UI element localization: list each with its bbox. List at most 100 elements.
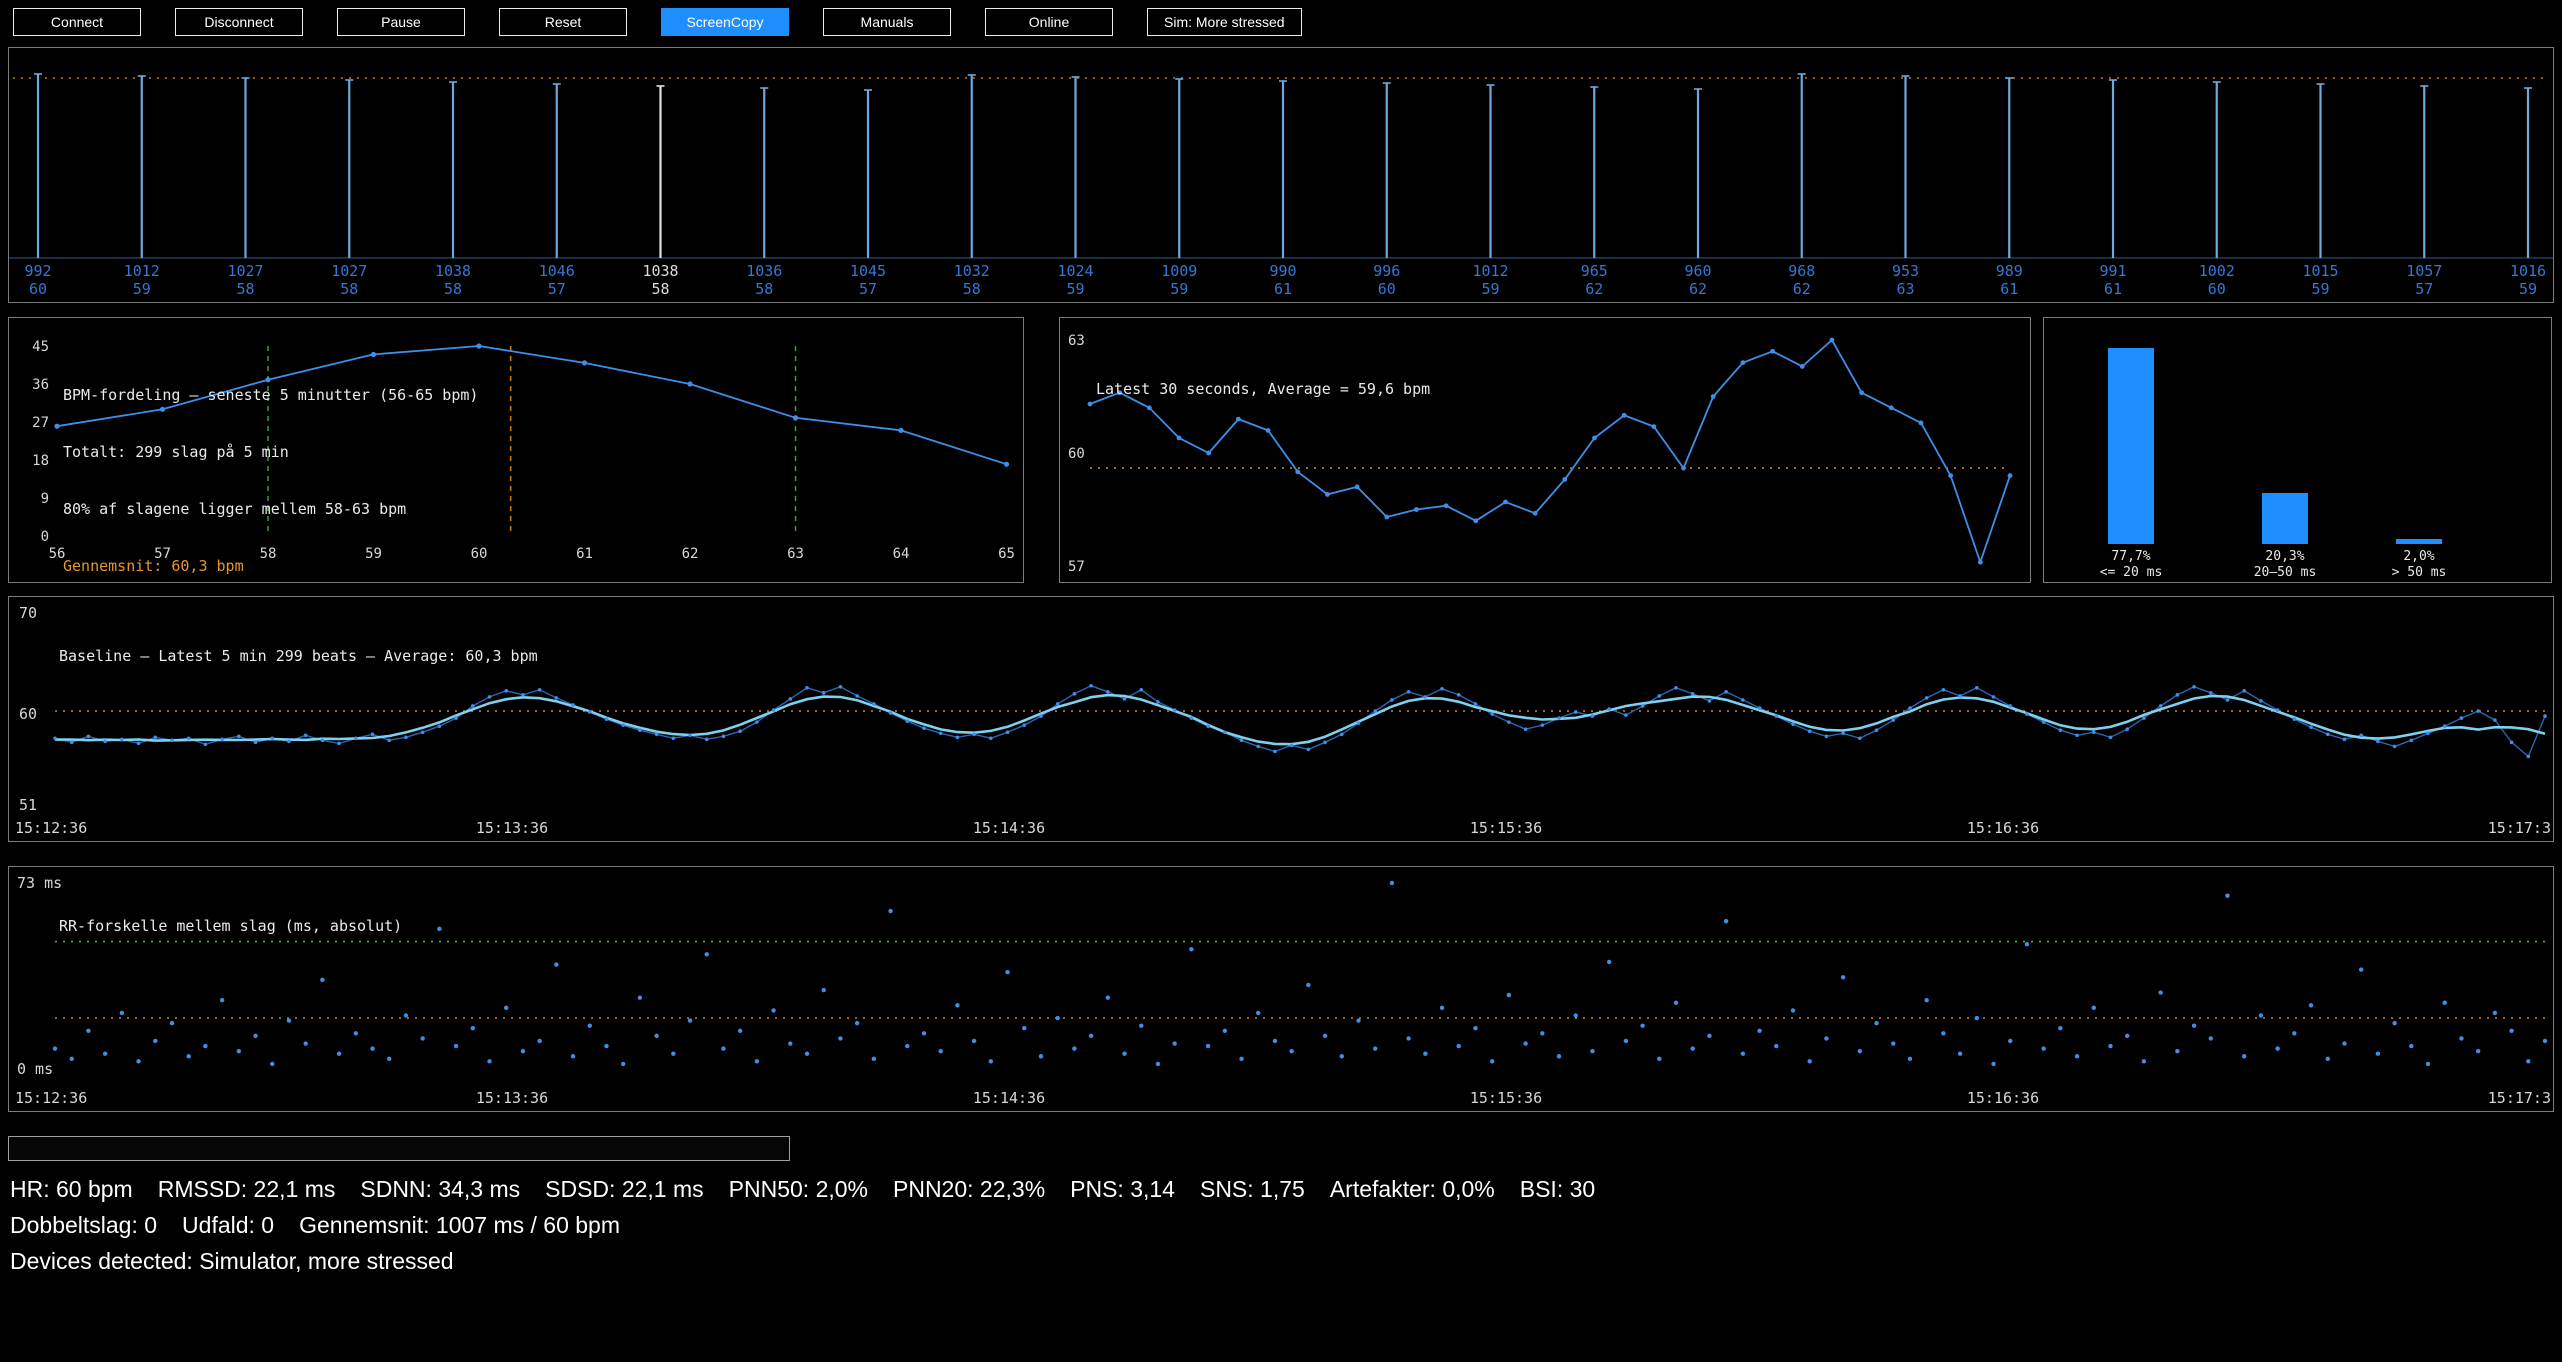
bpm-distribution-panel: 091827364556575859606162636465 BPM-forde…: [8, 317, 1024, 583]
beat-strip-panel: 9926010125910275810275810385810465710385…: [8, 47, 2554, 303]
svg-text:61: 61: [576, 546, 593, 562]
pnn-bar-percent: 2,0%: [2344, 549, 2494, 565]
toolbar-button-disconnect[interactable]: Disconnect: [175, 8, 303, 36]
svg-text:57: 57: [2415, 280, 2433, 298]
toolbar-button-connect[interactable]: Connect: [13, 8, 141, 36]
baseline-text: Baseline – Latest 5 min 299 beats – Aver…: [59, 609, 538, 704]
svg-text:15:16:36: 15:16:36: [1967, 819, 2039, 837]
svg-text:15:15:36: 15:15:36: [1470, 1089, 1542, 1107]
bpm-distribution-mean: Gennemsnit: 60,3 bpm: [63, 557, 478, 576]
svg-text:59: 59: [1170, 280, 1188, 298]
svg-text:953: 953: [1892, 262, 1919, 280]
svg-text:70: 70: [19, 604, 37, 622]
svg-text:51: 51: [19, 796, 37, 814]
svg-text:61: 61: [2104, 280, 2122, 298]
bpm-distribution-total: Totalt: 299 slag på 5 min: [63, 443, 478, 462]
stat-item: PNN20: 22,3%: [893, 1176, 1045, 1203]
bpm-distribution-title: BPM-fordeling – seneste 5 minutter (56-6…: [63, 386, 478, 405]
svg-text:62: 62: [1585, 280, 1603, 298]
svg-text:62: 62: [682, 546, 699, 562]
pnn-bar-percent: 20,3%: [2210, 549, 2360, 565]
svg-text:59: 59: [1066, 280, 1084, 298]
svg-text:27: 27: [32, 415, 49, 431]
toolbar-button-screencopy[interactable]: ScreenCopy: [661, 8, 789, 36]
pnn-histogram-panel: 77,7%<= 20 ms20,3%20–50 ms2,0%> 50 ms: [2043, 317, 2552, 583]
svg-text:59: 59: [2311, 280, 2329, 298]
svg-text:62: 62: [1793, 280, 1811, 298]
rr-difference-panel: 73 ms0 ms15:12:3615:13:3615:14:3615:15:3…: [8, 866, 2554, 1112]
pnn-bar-0: [2108, 348, 2154, 544]
stat-item: Gennemsnit: 1007 ms / 60 bpm: [299, 1212, 620, 1239]
pnn-bar-range: > 50 ms: [2344, 565, 2494, 581]
svg-text:57: 57: [1068, 559, 1085, 575]
beat-strip-chart: 9926010125910275810275810385810465710385…: [9, 48, 2553, 302]
toolbar-button-pause[interactable]: Pause: [337, 8, 465, 36]
pnn-bar-percent: 77,7%: [2056, 549, 2206, 565]
stat-item: Artefakter: 0,0%: [1330, 1176, 1495, 1203]
svg-text:18: 18: [32, 453, 49, 469]
stats-line-2: Dobbeltslag: 0Udfald: 0Gennemsnit: 1007 …: [10, 1212, 620, 1239]
svg-text:61: 61: [2000, 280, 2018, 298]
toolbar-button-reset[interactable]: Reset: [499, 8, 627, 36]
svg-text:73 ms: 73 ms: [17, 874, 62, 892]
stat-item: BSI: 30: [1520, 1176, 1595, 1203]
svg-text:15:17:3: 15:17:3: [2488, 1089, 2551, 1107]
svg-text:15:16:36: 15:16:36: [1967, 1089, 2039, 1107]
rr-difference-text: RR-forskelle mellem slag (ms, absolut): [59, 879, 402, 974]
devices-detected: Devices detected: Simulator, more stress…: [10, 1248, 454, 1275]
stat-item: HR: 60 bpm: [10, 1176, 133, 1203]
svg-text:15:14:36: 15:14:36: [973, 819, 1045, 837]
svg-text:60: 60: [1068, 446, 1085, 462]
bpm-distribution-text: BPM-fordeling – seneste 5 minutter (56-6…: [63, 348, 478, 614]
svg-text:1036: 1036: [746, 262, 782, 280]
svg-text:996: 996: [1373, 262, 1400, 280]
svg-text:15:14:36: 15:14:36: [973, 1089, 1045, 1107]
stat-item: PNS: 3,14: [1070, 1176, 1175, 1203]
svg-text:60: 60: [1378, 280, 1396, 298]
svg-text:60: 60: [29, 280, 47, 298]
rr-difference-title: RR-forskelle mellem slag (ms, absolut): [59, 917, 402, 936]
svg-text:57: 57: [548, 280, 566, 298]
stat-item: Dobbeltslag: 0: [10, 1212, 157, 1239]
svg-text:0: 0: [41, 529, 49, 545]
svg-text:1015: 1015: [2302, 262, 2338, 280]
latest-30s-title: Latest 30 seconds, Average = 59,6 bpm: [1096, 380, 1430, 399]
svg-text:58: 58: [963, 280, 981, 298]
svg-text:60: 60: [2208, 280, 2226, 298]
svg-text:45: 45: [32, 339, 49, 355]
toolbar-button-sim-more-stressed[interactable]: Sim: More stressed: [1147, 8, 1302, 36]
svg-text:989: 989: [1996, 262, 2023, 280]
svg-text:65: 65: [998, 546, 1015, 562]
svg-text:1045: 1045: [850, 262, 886, 280]
svg-text:15:13:36: 15:13:36: [476, 1089, 548, 1107]
svg-text:9: 9: [41, 491, 49, 507]
svg-text:59: 59: [1481, 280, 1499, 298]
svg-text:991: 991: [2099, 262, 2126, 280]
svg-text:1012: 1012: [1472, 262, 1508, 280]
pnn-bar-1: [2262, 493, 2308, 544]
svg-text:58: 58: [340, 280, 358, 298]
latest-30s-panel: 636057 Latest 30 seconds, Average = 59,6…: [1059, 317, 2031, 583]
svg-text:59: 59: [2519, 280, 2537, 298]
stat-item: SDSD: 22,1 ms: [545, 1176, 704, 1203]
toolbar-button-online[interactable]: Online: [985, 8, 1113, 36]
toolbar-button-manuals[interactable]: Manuals: [823, 8, 951, 36]
svg-text:15:12:36: 15:12:36: [15, 819, 87, 837]
command-input[interactable]: [8, 1136, 790, 1161]
baseline-panel: 70605115:12:3615:13:3615:14:3615:15:3615…: [8, 596, 2554, 842]
svg-text:57: 57: [859, 280, 877, 298]
stat-item: SNS: 1,75: [1200, 1176, 1305, 1203]
svg-text:992: 992: [24, 262, 51, 280]
svg-text:968: 968: [1788, 262, 1815, 280]
svg-text:58: 58: [755, 280, 773, 298]
svg-text:1024: 1024: [1057, 262, 1093, 280]
svg-text:62: 62: [1689, 280, 1707, 298]
pnn-histogram-bars: 77,7%<= 20 ms20,3%20–50 ms2,0%> 50 ms: [2044, 318, 2551, 582]
latest-30s-text: Latest 30 seconds, Average = 59,6 bpm: [1096, 342, 1430, 437]
svg-text:15:17:3: 15:17:3: [2488, 819, 2551, 837]
svg-text:58: 58: [444, 280, 462, 298]
svg-text:15:13:36: 15:13:36: [476, 819, 548, 837]
svg-text:1057: 1057: [2406, 262, 2442, 280]
svg-text:64: 64: [893, 546, 910, 562]
stat-item: SDNN: 34,3 ms: [360, 1176, 520, 1203]
